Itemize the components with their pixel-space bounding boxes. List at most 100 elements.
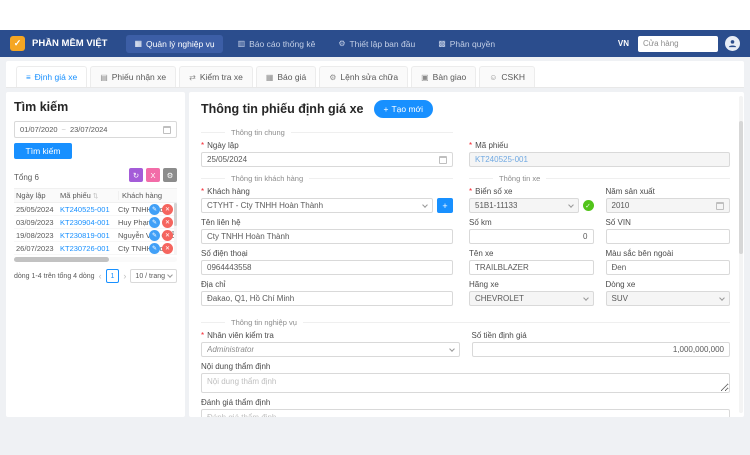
field-ma-phieu: Mã phiếu KT240525-001 [469,141,730,167]
dong-xe-value: SUV [611,294,628,303]
trash-icon: ✕ [164,207,171,213]
nav-item-label: Phân quyền [449,38,496,49]
nav-item-quan-ly-nghiep-vu[interactable]: ▦ Quản lý nghiệp vụ [126,34,223,53]
tab-label: Lệnh sửa chữa [340,72,399,82]
edit-button[interactable]: ✎ [149,204,160,215]
table-row[interactable]: 25/05/2024 KT240525-001 Cty TNHH Hoàn Th… [14,203,177,216]
delete-button[interactable]: ✕ [162,243,173,254]
ma-phieu-value: KT240525-001 [475,155,528,164]
danh-gia-textarea[interactable] [201,409,730,417]
table-settings-button[interactable]: ⚙ [163,168,177,182]
mau-sac-input[interactable] [605,260,730,275]
refresh-button[interactable]: ↻ [129,168,143,182]
ten-lien-he-input[interactable] [201,229,453,244]
date-from-value: 01/07/2020 [20,125,58,134]
nav-item-bao-cao-thong-ke[interactable]: ▥ Báo cáo thống kê [230,35,324,53]
tab-label: Báo giá [277,72,307,82]
tab-dinh-gia-xe[interactable]: ≡ Định giá xe [16,66,88,87]
nav-item-label: Quản lý nghiệp vụ [146,38,215,49]
tab-bao-gia[interactable]: ▦ Báo giá [255,66,317,87]
create-new-button[interactable]: + Tạo mới [373,100,434,118]
page-number-button[interactable]: 1 [105,269,120,283]
tab-ban-giao[interactable]: ▣ Bàn giao [411,66,477,87]
edit-button[interactable]: ✎ [149,230,160,241]
calendar-icon [163,125,171,134]
header-ma-phieu[interactable]: Mã phiếu ⇅ [60,191,118,200]
field-nam-san-xuat: Năm sản xuất 2010 [605,187,730,213]
tab-lenh-sua-chua[interactable]: ⚙ Lệnh sửa chữa [319,66,409,87]
nam-san-xuat-datepicker: 2010 [605,198,730,213]
date-range-picker[interactable]: 01/07/2020 ~ 23/07/2024 [14,121,177,138]
nav-item-thiet-lap-ban-dau[interactable]: ⚙ Thiết lập ban đầu [330,35,423,53]
field-label: Số điện thoại [201,249,248,258]
delete-button[interactable]: ✕ [162,217,173,228]
tab-kiem-tra-xe[interactable]: ⇄ Kiểm tra xe [179,66,253,87]
ngay-lap-datepicker[interactable]: 25/05/2024 [201,152,453,167]
edit-button[interactable]: ✎ [149,243,160,254]
dong-xe-select: SUV [605,291,730,306]
language-switcher[interactable]: VN [618,39,629,48]
so-km-input[interactable] [469,229,594,244]
so-dien-thoai-input[interactable] [201,260,453,275]
delete-button[interactable]: ✕ [162,204,173,215]
cell-code: KT230904-001 [60,217,110,227]
table-vertical-scrollbar [174,203,177,255]
table-row[interactable]: 19/08/2023 KT230819-001 Nguyễn Văn Chỗi … [14,229,177,242]
bien-so-xe-select[interactable]: 51B1-11133 [469,198,579,213]
field-hang-xe: Hãng xe CHEVROLET [469,280,594,306]
field-label: Màu sắc bên ngoài [605,249,674,258]
store-select[interactable]: Cửa hàng [638,35,718,52]
add-customer-button[interactable]: + [437,198,453,213]
table-row[interactable]: 03/09/2023 KT230904-001 Huy Phạm ✎ ✕ [14,216,177,229]
noi-dung-textarea[interactable] [201,373,730,393]
ngay-lap-value: 25/05/2024 [207,155,248,164]
pencil-icon: ✎ [151,246,158,252]
dia-chi-input[interactable] [201,291,453,306]
pencil-icon: ✎ [151,233,158,239]
table-row[interactable]: 26/07/2023 KT230726-001 Cty TNHH Hoàn Th… [14,242,177,255]
required-mark [201,331,205,340]
user-icon [728,40,737,48]
user-avatar[interactable] [725,36,740,51]
nhan-vien-select[interactable]: Administrator [201,342,460,357]
cell-date: 25/05/2024 [16,204,54,214]
tab-label: CSKH [501,72,526,82]
khach-hang-select[interactable]: CTYHT - Cty TNHH Hoàn Thành [201,198,433,213]
so-vin-input[interactable] [605,229,730,244]
handover-icon: ▣ [421,72,429,82]
form-title: Thông tin phiếu định giá xe [201,102,364,116]
delete-button[interactable]: ✕ [162,230,173,241]
edit-button[interactable]: ✎ [149,217,160,228]
required-mark [469,187,473,196]
tab-label: Định giá xe [34,72,78,82]
so-tien-input[interactable] [471,342,730,357]
check-circle-icon: ✓ [582,200,594,211]
calendar-icon [716,201,724,210]
search-panel-title: Tìm kiếm [14,100,69,114]
page-background: ≡ Định giá xe ▤ Phiếu nhận xe ⇄ Kiểm tra… [0,57,750,455]
tab-cskh[interactable]: ☺ CSKH [479,66,536,87]
chevron-down-icon [448,345,455,352]
section-customer: Thông tin khách hàng [201,173,453,183]
prev-page-button[interactable]: ‹ [98,271,103,281]
field-ten-lien-he: Tên liên hệ [201,218,453,244]
chevron-down-icon [582,294,589,301]
next-page-button[interactable]: › [122,271,127,281]
scrollbar-thumb[interactable] [739,121,743,255]
table-header-row: Ngày lập Mã phiếu ⇅ Khách hàng [14,188,177,203]
page-size-select[interactable]: 10 / trang [130,269,177,283]
required-mark [469,141,473,150]
field-label: Tên liên hệ [201,218,241,227]
section-business: Thông tin nghiệp vụ [201,317,730,327]
tab-label: Kiểm tra xe [199,72,243,82]
form-header: Thông tin phiếu định giá xe + Tạo mới [201,100,730,118]
search-button[interactable]: Tìm kiếm [14,143,72,159]
scrollbar-thumb[interactable] [14,257,109,262]
export-excel-button[interactable]: X [146,168,160,182]
calendar-icon [439,155,447,164]
nav-item-phan-quyen[interactable]: ▩ Phân quyền [430,35,503,53]
tab-phieu-nhan-xe[interactable]: ▤ Phiếu nhận xe [90,66,177,87]
field-so-vin: Số VIN [605,218,730,244]
scrollbar-thumb[interactable] [174,203,177,227]
ten-xe-input[interactable] [469,260,594,275]
